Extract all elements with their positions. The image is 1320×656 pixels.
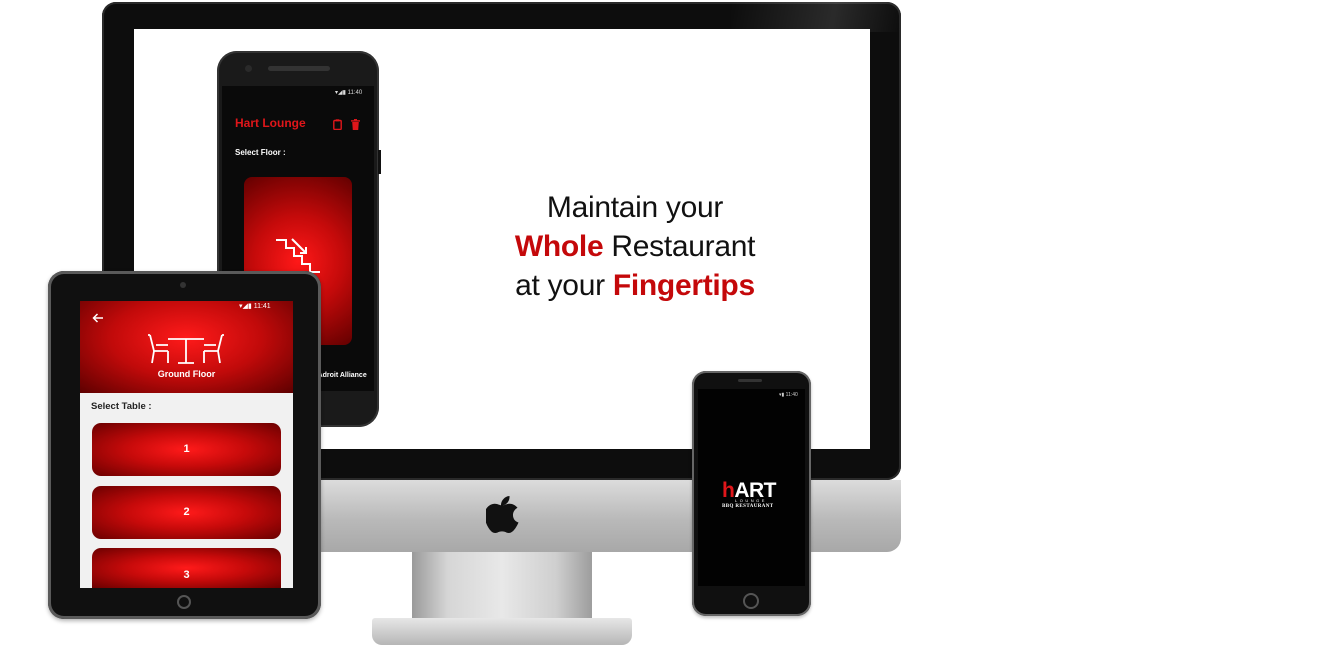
tablet-status-bar: ▾◢▮ 11:41 [239, 303, 271, 310]
phone-speaker [268, 66, 330, 71]
hart-logo-mark: h [722, 479, 735, 502]
apple-logo-icon [486, 496, 519, 533]
iphone-home-button[interactable] [743, 593, 759, 609]
phone-status-time: 11:40 [347, 90, 363, 96]
hart-logo-tagline: BBQ RESTAURANT [722, 504, 774, 509]
iphone-status-time: 11:40 [785, 392, 798, 398]
imac-stand-neck [412, 552, 592, 622]
table-button-3[interactable]: 3 [92, 548, 281, 588]
phone-camera [245, 65, 252, 72]
headline-at-your: at your [515, 269, 605, 302]
tablet-camera [180, 282, 186, 288]
phone-status-bar: ▾◢▮ 11:40 [335, 90, 363, 96]
hart-logo-lounge: LOUNGE [735, 498, 767, 503]
headline-accent-fingertips: Fingertips [612, 269, 755, 302]
phone-side-button [378, 150, 381, 174]
iphone-speaker [738, 379, 762, 382]
clipboard-icon[interactable] [333, 117, 342, 135]
headline-line1: Maintain your [546, 191, 724, 224]
floor-name: Ground Floor [157, 369, 216, 379]
select-table-label: Select Table : [91, 401, 152, 412]
trash-icon[interactable] [351, 117, 360, 135]
iphone-status-bar: ▾▮ 11:40 [779, 392, 798, 398]
headline-restaurant: Restaurant [611, 230, 756, 263]
imac-stand-base [372, 618, 632, 645]
select-floor-label: Select Floor : [235, 148, 286, 157]
app-title: Hart Lounge [235, 116, 306, 130]
arrow-left-icon[interactable] [92, 312, 104, 326]
headline: Maintain your Whole Restaurant at your F… [470, 188, 800, 305]
table-button-2[interactable]: 2 [92, 486, 281, 539]
table-chairs-icon [146, 331, 226, 370]
headline-accent-whole: Whole [514, 230, 604, 263]
table-button-1[interactable]: 1 [92, 423, 281, 476]
tablet-status-time: 11:41 [253, 303, 271, 310]
tablet-home-button[interactable] [177, 595, 191, 609]
